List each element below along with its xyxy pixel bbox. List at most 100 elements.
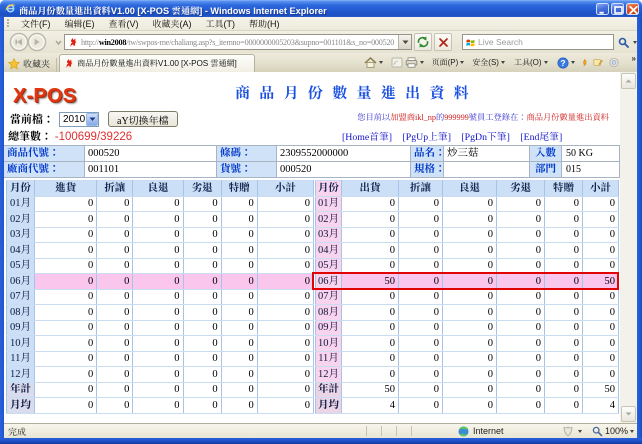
row-label: 09月 [316, 320, 342, 336]
nav-end-link[interactable]: [End尾筆] [520, 132, 562, 143]
zoom-control[interactable]: 100% [592, 426, 634, 437]
row-label: 03月 [316, 227, 342, 243]
nav-pgup-link[interactable]: [PgUp上筆] [403, 132, 451, 143]
cell-value: 0 [399, 351, 443, 367]
home-button[interactable] [364, 53, 383, 72]
scroll-up-button[interactable] [621, 73, 636, 89]
cell-value: 0 [257, 336, 313, 352]
cell-value: 0 [183, 336, 221, 352]
address-field[interactable]: http://win2008/tw/swpos-me/chaliang.asp?… [64, 34, 412, 50]
row-label: 09月 [7, 320, 35, 336]
cell-value: 0 [545, 351, 583, 367]
ie-logo-icon [5, 3, 16, 14]
page-title: 商品月份數量進出資料 [235, 82, 478, 103]
nav-home-link[interactable]: [Home首筆] [342, 132, 392, 143]
menu-tools[interactable]: 工具(T) [199, 16, 243, 31]
menu-bar: 文件(F) 编辑(E) 查看(V) 收藏夹(A) 工具(T) 帮助(H) [4, 17, 637, 31]
column-header: 特贈 [545, 181, 583, 197]
cell-value: 0 [443, 382, 497, 398]
cell-value: 0 [35, 351, 97, 367]
cell-value: 0 [35, 305, 97, 321]
table-header-row: 月份進貨折讓良退劣退特贈小計 [7, 181, 314, 197]
protected-mode-button[interactable] [562, 426, 582, 437]
cell-value: 0 [35, 336, 97, 352]
cell-value: 0 [133, 305, 183, 321]
minimize-button[interactable] [596, 3, 609, 15]
cell-value: 0 [97, 227, 133, 243]
menu-file[interactable]: 文件(F) [14, 16, 58, 31]
product-name-input[interactable]: 炒三菇 [444, 147, 529, 161]
cell-value: 0 [97, 305, 133, 321]
back-button[interactable] [10, 33, 27, 50]
help-button[interactable]: ? [557, 53, 575, 72]
addon-messenger-button[interactable] [609, 53, 619, 72]
menu-help[interactable]: 帮助(H) [242, 16, 287, 31]
menu-favorites[interactable]: 收藏夹(A) [146, 16, 199, 31]
spec-input[interactable] [444, 163, 529, 177]
item-no-input[interactable]: 000520 [277, 163, 410, 177]
column-header: 月份 [7, 181, 35, 197]
menu-view[interactable]: 查看(V) [102, 16, 146, 31]
year-select[interactable]: 2010 [59, 112, 99, 127]
dropdown-carat-icon [633, 41, 637, 44]
cell-value: 0 [545, 212, 583, 228]
recent-pages-dropdown[interactable] [54, 38, 63, 47]
addon-blog-button[interactable] [593, 53, 603, 72]
cell-value: 0 [342, 258, 399, 274]
search-input[interactable]: Live Search [462, 34, 614, 50]
scroll-down-button[interactable] [621, 406, 636, 422]
search-button[interactable] [616, 34, 630, 50]
cell-value: 0 [342, 289, 399, 305]
cell-value: 0 [133, 398, 183, 414]
cell-value: 0 [221, 289, 257, 305]
close-button[interactable] [626, 3, 639, 15]
page-menu-button[interactable]: 页面(P) [432, 53, 465, 72]
forward-button[interactable] [28, 33, 45, 50]
maximize-button[interactable] [611, 3, 624, 15]
department-value: 015 [562, 162, 620, 178]
cell-value: 0 [545, 382, 583, 398]
cell-value: 0 [133, 320, 183, 336]
address-dropdown-button[interactable] [398, 35, 411, 49]
table-row: 年計50000050 [316, 382, 619, 398]
svg-text:?: ? [560, 58, 565, 68]
vendor-code-input[interactable]: 001101 [85, 163, 216, 177]
field-barcode: 2309552000000 [277, 146, 411, 162]
safety-menu-button[interactable]: 安全(S) [472, 53, 505, 72]
row-label: 01月 [7, 196, 35, 212]
switch-year-button[interactable]: aY切換年檔 [108, 111, 178, 127]
cell-value: 0 [183, 258, 221, 274]
active-tab[interactable]: 商品月份數量進出資料V1.00 [X-POS 雲通網] [59, 54, 255, 72]
addon-translate-button[interactable] [581, 53, 588, 72]
cell-value: 0 [497, 382, 545, 398]
table-row: 09月000000 [316, 320, 619, 336]
feeds-button[interactable] [391, 53, 403, 72]
cell-value: 0 [221, 336, 257, 352]
barcode-input[interactable]: 2309552000000 [277, 147, 410, 161]
table-row: 04月000000 [7, 243, 314, 259]
nav-pgdn-link[interactable]: [PgDn下筆] [461, 132, 509, 143]
cell-value: 0 [257, 382, 313, 398]
tools-menu-button[interactable]: 工具(O) [514, 53, 548, 72]
row-label: 03月 [7, 227, 35, 243]
vertical-scrollbar[interactable] [620, 72, 637, 423]
cell-value: 0 [183, 289, 221, 305]
row-label: 12月 [7, 367, 35, 383]
stop-button[interactable] [434, 33, 452, 51]
nav-buttons [6, 31, 54, 53]
toolbar-overflow-chevron[interactable]: » [632, 53, 636, 72]
table-row: 10月000000 [316, 336, 619, 352]
table-row: 11月000000 [7, 351, 314, 367]
print-button[interactable] [405, 53, 424, 72]
cell-value: 0 [97, 367, 133, 383]
refresh-button[interactable] [414, 33, 432, 51]
product-code-input[interactable]: 000520 [85, 147, 216, 161]
menu-edit[interactable]: 编辑(E) [58, 16, 102, 31]
table-row: 01月000000 [7, 196, 314, 212]
cell-value: 0 [133, 336, 183, 352]
record-nav-links: [Home首筆] [PgUp上筆] [PgDn下筆] [End尾筆] [342, 129, 570, 143]
column-header: 折讓 [97, 181, 133, 197]
favorites-button[interactable]: 收藏夹 [4, 55, 56, 72]
cell-value: 0 [35, 367, 97, 383]
row-label: 年計 [316, 382, 342, 398]
